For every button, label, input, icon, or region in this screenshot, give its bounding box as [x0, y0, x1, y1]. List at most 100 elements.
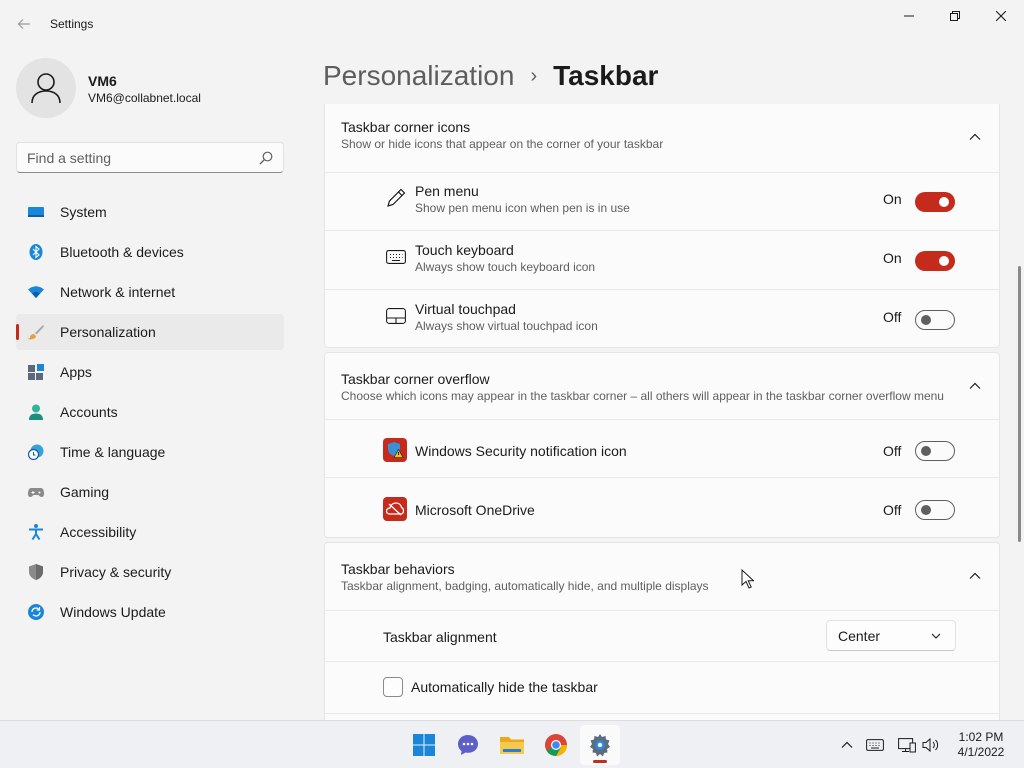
- taskbar-chrome[interactable]: [536, 725, 576, 765]
- taskbar-clock[interactable]: 1:02 PM 4/1/2022: [955, 730, 1007, 760]
- section-header-corner-icons[interactable]: Taskbar corner icons Show or hide icons …: [325, 104, 999, 172]
- bluetooth-icon: [29, 244, 43, 260]
- chrome-icon: [545, 734, 567, 756]
- restore-button[interactable]: [932, 0, 978, 32]
- tray-volume[interactable]: [922, 736, 940, 754]
- divider: [325, 419, 999, 420]
- chevron-up-icon[interactable]: [967, 378, 983, 394]
- sidebar-item-time-language[interactable]: Time & language: [16, 434, 284, 470]
- breadcrumb-parent[interactable]: Personalization: [323, 60, 514, 92]
- apps-icon: [28, 364, 44, 380]
- clock-time: 1:02 PM: [958, 730, 1004, 744]
- update-icon: [28, 604, 44, 620]
- sidebar-item-system[interactable]: System: [16, 194, 284, 230]
- clock-date: 4/1/2022: [957, 745, 1005, 759]
- avatar[interactable]: [16, 58, 76, 118]
- user-email: VM6@collabnet.local: [88, 91, 201, 105]
- back-arrow-icon: [17, 19, 30, 29]
- sidebar-item-label: Privacy & security: [60, 564, 172, 580]
- windows-security-toggle[interactable]: [915, 441, 955, 461]
- mouse-cursor-icon: [741, 569, 754, 589]
- sidebar-item-apps[interactable]: Apps: [16, 354, 284, 390]
- chevron-up-icon[interactable]: [967, 568, 983, 584]
- section-header-behaviors[interactable]: Taskbar behaviors Taskbar alignment, bad…: [325, 543, 999, 610]
- setting-title: Virtual touchpad: [415, 301, 516, 317]
- breadcrumb-separator: ›: [530, 64, 538, 87]
- keyboard-icon: [385, 246, 407, 268]
- pen-icon: [385, 187, 407, 209]
- tray-network[interactable]: [898, 736, 916, 754]
- volume-icon: [922, 737, 939, 753]
- onedrive-icon: [383, 497, 407, 521]
- pen-menu-toggle[interactable]: [915, 192, 955, 212]
- network-icon: [898, 738, 916, 753]
- sidebar-item-accounts[interactable]: Accounts: [16, 394, 284, 430]
- sidebar-item-personalization[interactable]: Personalization: [16, 314, 284, 350]
- sidebar-item-label: Personalization: [60, 324, 156, 340]
- start-button[interactable]: [404, 725, 444, 765]
- clock-globe-icon: [28, 444, 44, 460]
- virtual-touchpad-toggle[interactable]: [915, 310, 955, 330]
- autohide-checkbox[interactable]: [383, 677, 403, 697]
- sidebar-item-label: Gaming: [60, 484, 110, 500]
- section-description: Show or hide icons that appear on the co…: [341, 137, 664, 151]
- section-description: Taskbar alignment, badging, automaticall…: [341, 579, 709, 593]
- scrollbar[interactable]: [1018, 266, 1021, 542]
- onedrive-toggle[interactable]: [915, 500, 955, 520]
- page-title: Taskbar: [553, 60, 659, 91]
- close-icon: [996, 11, 1006, 21]
- taskbar-chat[interactable]: [448, 725, 488, 765]
- title-bar: Settings: [0, 0, 1024, 48]
- setting-title: Windows Security notification icon: [415, 443, 627, 459]
- chat-icon: [458, 735, 478, 755]
- touch-keyboard-toggle[interactable]: [915, 251, 955, 271]
- tray-touch-keyboard[interactable]: [866, 736, 884, 754]
- sidebar-item-bluetooth[interactable]: Bluetooth & devices: [16, 234, 284, 270]
- sidebar-item-privacy-security[interactable]: Privacy & security: [16, 554, 284, 590]
- section-title: Taskbar behaviors: [341, 561, 455, 577]
- user-name: VM6: [88, 73, 117, 89]
- taskbar-alignment-dropdown[interactable]: Center: [826, 620, 956, 651]
- taskbar-file-explorer[interactable]: [492, 725, 532, 765]
- sidebar-item-label: Accessibility: [60, 524, 137, 540]
- search-box[interactable]: [16, 142, 284, 173]
- close-button[interactable]: [978, 0, 1024, 32]
- sidebar-item-accessibility[interactable]: Accessibility: [16, 514, 284, 550]
- section-description: Choose which icons may appear in the tas…: [341, 389, 944, 403]
- file-explorer-icon: [500, 737, 524, 754]
- sidebar-item-windows-update[interactable]: Windows Update: [16, 594, 284, 630]
- sidebar-item-gaming[interactable]: Gaming: [16, 474, 284, 510]
- card-taskbar-corner-overflow: Taskbar corner overflow Choose which ico…: [324, 352, 1000, 538]
- toggle-state: Off: [883, 309, 902, 325]
- touchpad-icon: [385, 305, 407, 327]
- section-title: Taskbar corner icons: [341, 119, 471, 135]
- windows-security-icon: [383, 438, 407, 462]
- show-hidden-icons-button[interactable]: [838, 736, 856, 754]
- autohide-label[interactable]: Automatically hide the taskbar: [411, 679, 598, 695]
- section-header-corner-overflow[interactable]: Taskbar corner overflow Choose which ico…: [325, 353, 999, 419]
- chevron-down-icon: [931, 633, 941, 639]
- gamepad-icon: [28, 488, 44, 497]
- back-button[interactable]: [10, 12, 38, 36]
- shield-icon: [29, 564, 43, 580]
- setting-description: Show pen menu icon when pen is in use: [415, 201, 630, 215]
- taskbar: 1:02 PM 4/1/2022: [0, 720, 1024, 768]
- setting-title: Pen menu: [415, 183, 479, 199]
- divider: [325, 289, 999, 290]
- search-input[interactable]: [27, 149, 247, 167]
- person-icon: [31, 73, 61, 104]
- chevron-up-icon[interactable]: [967, 129, 983, 145]
- divider: [325, 477, 999, 478]
- toggle-state: On: [883, 191, 902, 207]
- divider: [325, 661, 999, 662]
- taskbar-settings[interactable]: [580, 725, 620, 765]
- start-icon: [413, 734, 435, 756]
- search-icon[interactable]: [259, 151, 273, 165]
- settings-content[interactable]: Taskbar corner icons Show or hide icons …: [324, 104, 1000, 720]
- setting-title: Touch keyboard: [415, 242, 514, 258]
- minimize-button[interactable]: [886, 0, 932, 32]
- sidebar-nav: System Bluetooth & devices Network & int…: [16, 194, 284, 634]
- divider: [325, 230, 999, 231]
- settings-icon: [590, 734, 610, 757]
- sidebar-item-network[interactable]: Network & internet: [16, 274, 284, 310]
